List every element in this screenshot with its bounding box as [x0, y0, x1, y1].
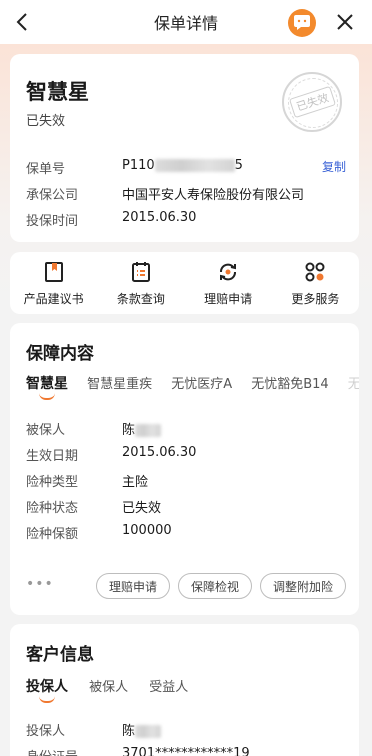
field-value: 100000	[122, 523, 172, 538]
tab-overflow[interactable]: 无	[348, 373, 359, 392]
chat-bubble-icon	[294, 15, 310, 30]
coverage-review-button[interactable]: 保障检视	[178, 573, 252, 599]
field-label: 生效日期	[26, 449, 79, 464]
insure-date-label: 投保时间	[26, 214, 79, 229]
nav-bar: 保单详情	[0, 0, 372, 44]
action-label: 更多服务	[291, 292, 340, 306]
policy-number-value: P110 5	[122, 158, 243, 173]
field-value: 2015.06.30	[122, 445, 197, 460]
coverage-title: 保障内容	[26, 344, 94, 364]
adjust-rider-button[interactable]: 调整附加险	[260, 573, 346, 599]
field-label: 险种类型	[26, 475, 79, 490]
claim-apply-button[interactable]: 理赔申请	[96, 573, 170, 599]
coverage-card: 保障内容 智慧星 智慧星重疾 无忧医疗A 无忧豁免B14 无 被保人 陈 生效日…	[10, 323, 359, 615]
product-name: 智慧星	[26, 80, 89, 104]
field-label: 投保人	[26, 724, 66, 739]
insured-value: 陈	[122, 419, 162, 438]
field-label: 险种保额	[26, 527, 79, 542]
action-claim[interactable]: 理赔申请	[185, 252, 272, 314]
field-label: 被保人	[26, 423, 66, 438]
action-label: 理赔申请	[204, 292, 253, 306]
field-value: 已失效	[122, 501, 162, 516]
clause-list-icon	[131, 262, 150, 282]
masked-text	[135, 725, 162, 738]
masked-text	[154, 159, 235, 172]
action-more-services[interactable]: 更多服务	[272, 252, 359, 314]
proposal-book-icon	[44, 262, 63, 282]
quick-actions: 产品建议书 条款查询 理赔申请 更多服务	[10, 252, 359, 314]
tab-insured[interactable]: 被保人	[89, 676, 128, 695]
field-label: 险种状态	[26, 501, 79, 516]
action-label: 产品建议书	[23, 292, 84, 306]
insure-date-value: 2015.06.30	[122, 210, 197, 225]
action-label: 条款查询	[116, 292, 165, 306]
more-options-icon[interactable]: •••	[26, 576, 54, 592]
policy-status: 已失效	[26, 114, 66, 129]
tab-zhihuixing[interactable]: 智慧星	[26, 373, 68, 400]
action-proposal[interactable]: 产品建议书	[10, 252, 97, 314]
close-icon[interactable]	[333, 10, 357, 34]
customer-service-icon[interactable]	[288, 9, 316, 37]
policy-card: 智慧星 已失效 已失效 保单号 P110 5 复制 承保公司 中国平安人寿保险股份…	[10, 54, 359, 242]
stamp-text: 已失效	[288, 85, 336, 119]
action-clause-search[interactable]: 条款查询	[97, 252, 184, 314]
customer-card: 客户信息 投保人 被保人 受益人 投保人 陈 身份证号 3701********…	[10, 624, 359, 756]
masked-text	[135, 424, 162, 437]
field-value: 3701************19	[122, 746, 250, 756]
copy-button[interactable]: 复制	[322, 158, 346, 175]
tab-zhihuixing-critical[interactable]: 智慧星重疾	[87, 373, 152, 392]
customer-tabs: 投保人 被保人 受益人	[26, 676, 204, 703]
tab-wuyou-medical-a[interactable]: 无忧医疗A	[171, 373, 232, 392]
insurer-value: 中国平安人寿保险股份有限公司	[122, 188, 305, 203]
insurer-label: 承保公司	[26, 188, 79, 203]
tab-wuyou-waiver-b14[interactable]: 无忧豁免B14	[251, 373, 328, 392]
tab-beneficiary[interactable]: 受益人	[149, 676, 188, 695]
policyholder-value: 陈	[122, 720, 162, 739]
chevron-left-icon[interactable]	[12, 10, 34, 34]
coverage-tabs: 智慧星 智慧星重疾 无忧医疗A 无忧豁免B14 无	[26, 373, 359, 403]
tab-policyholder[interactable]: 投保人	[26, 676, 68, 703]
page-title: 保单详情	[153, 14, 218, 33]
expired-stamp: 已失效	[282, 72, 342, 132]
more-services-grid-icon	[305, 262, 325, 282]
customer-title: 客户信息	[26, 645, 94, 665]
claim-refresh-icon	[220, 263, 237, 281]
policy-number-label: 保单号	[26, 162, 66, 177]
field-value: 主险	[122, 475, 149, 490]
field-label: 身份证号	[26, 746, 78, 756]
